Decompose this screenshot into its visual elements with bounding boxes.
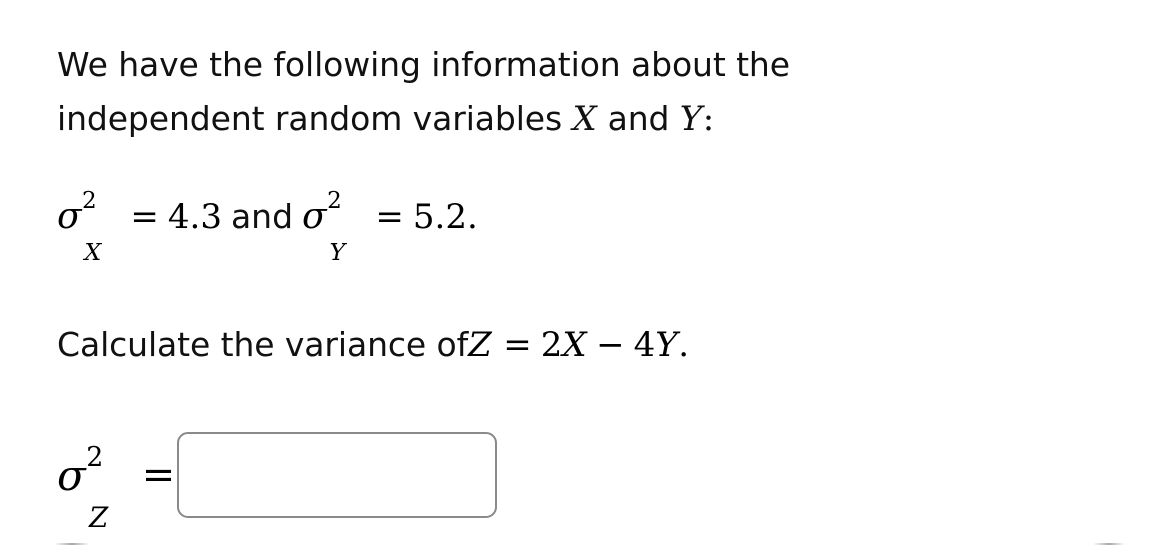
sigma-squared-x: σ 2 X — [57, 188, 119, 266]
statement-line-2: independent random variables X and Y: — [57, 92, 790, 146]
clipped-widget-edge-left — [55, 543, 89, 545]
coefficient-4: 4 — [633, 325, 656, 365]
statement-line-1-text: We have the following information about … — [57, 45, 790, 84]
task-period: . — [678, 325, 690, 365]
task-line: Calculate the variance of Z = 2X − 4Y. — [57, 318, 689, 372]
equals-sign-z: = — [503, 325, 532, 365]
equals-sign-y: = — [375, 197, 404, 237]
sigma-glyph: σ — [57, 196, 82, 237]
minus-sign: − — [596, 325, 625, 365]
sigma-squared-z: σ 2 Z — [57, 442, 130, 534]
statement-line-1: We have the following information about … — [57, 38, 790, 92]
variance-x-value: 4.3 — [167, 197, 222, 237]
clipped-widget-edge-right — [1094, 543, 1124, 545]
statement-conjunction: and — [597, 99, 680, 138]
task-text: Calculate the variance of — [57, 325, 469, 364]
given-conjunction: and — [230, 197, 294, 236]
statement-colon: : — [702, 99, 715, 139]
sigma-glyph: σ — [302, 196, 327, 237]
equals-sign-x: = — [130, 197, 159, 237]
sigma-z-exponent: 2 — [86, 442, 104, 474]
variable-z: Z — [468, 325, 493, 365]
variable-x: X — [572, 99, 598, 139]
variable-x: X — [562, 325, 588, 365]
variable-y: Y — [655, 325, 679, 365]
answer-input[interactable] — [177, 432, 498, 518]
variable-y: Y — [679, 99, 703, 139]
statement-line-2-prefix: independent random variables — [57, 99, 573, 138]
variance-y-value: 5.2. — [412, 197, 478, 237]
equals-sign-answer: = — [141, 452, 176, 498]
sigma-y-exponent: 2 — [327, 188, 342, 215]
coefficient-2: 2 — [540, 325, 563, 365]
sigma-glyph: σ — [57, 450, 86, 500]
sigma-y-subscript: Y — [329, 237, 346, 266]
sigma-x-exponent: 2 — [82, 188, 97, 215]
answer-row: σ 2 Z = — [57, 430, 498, 534]
sigma-squared-y: σ 2 Y — [302, 188, 364, 266]
sigma-z-subscript: Z — [88, 501, 109, 535]
sigma-x-subscript: X — [84, 237, 102, 266]
problem-statement: We have the following information about … — [57, 38, 790, 146]
given-variances-line: σ 2 X = 4.3 and σ 2 Y = 5.2. — [57, 188, 478, 266]
